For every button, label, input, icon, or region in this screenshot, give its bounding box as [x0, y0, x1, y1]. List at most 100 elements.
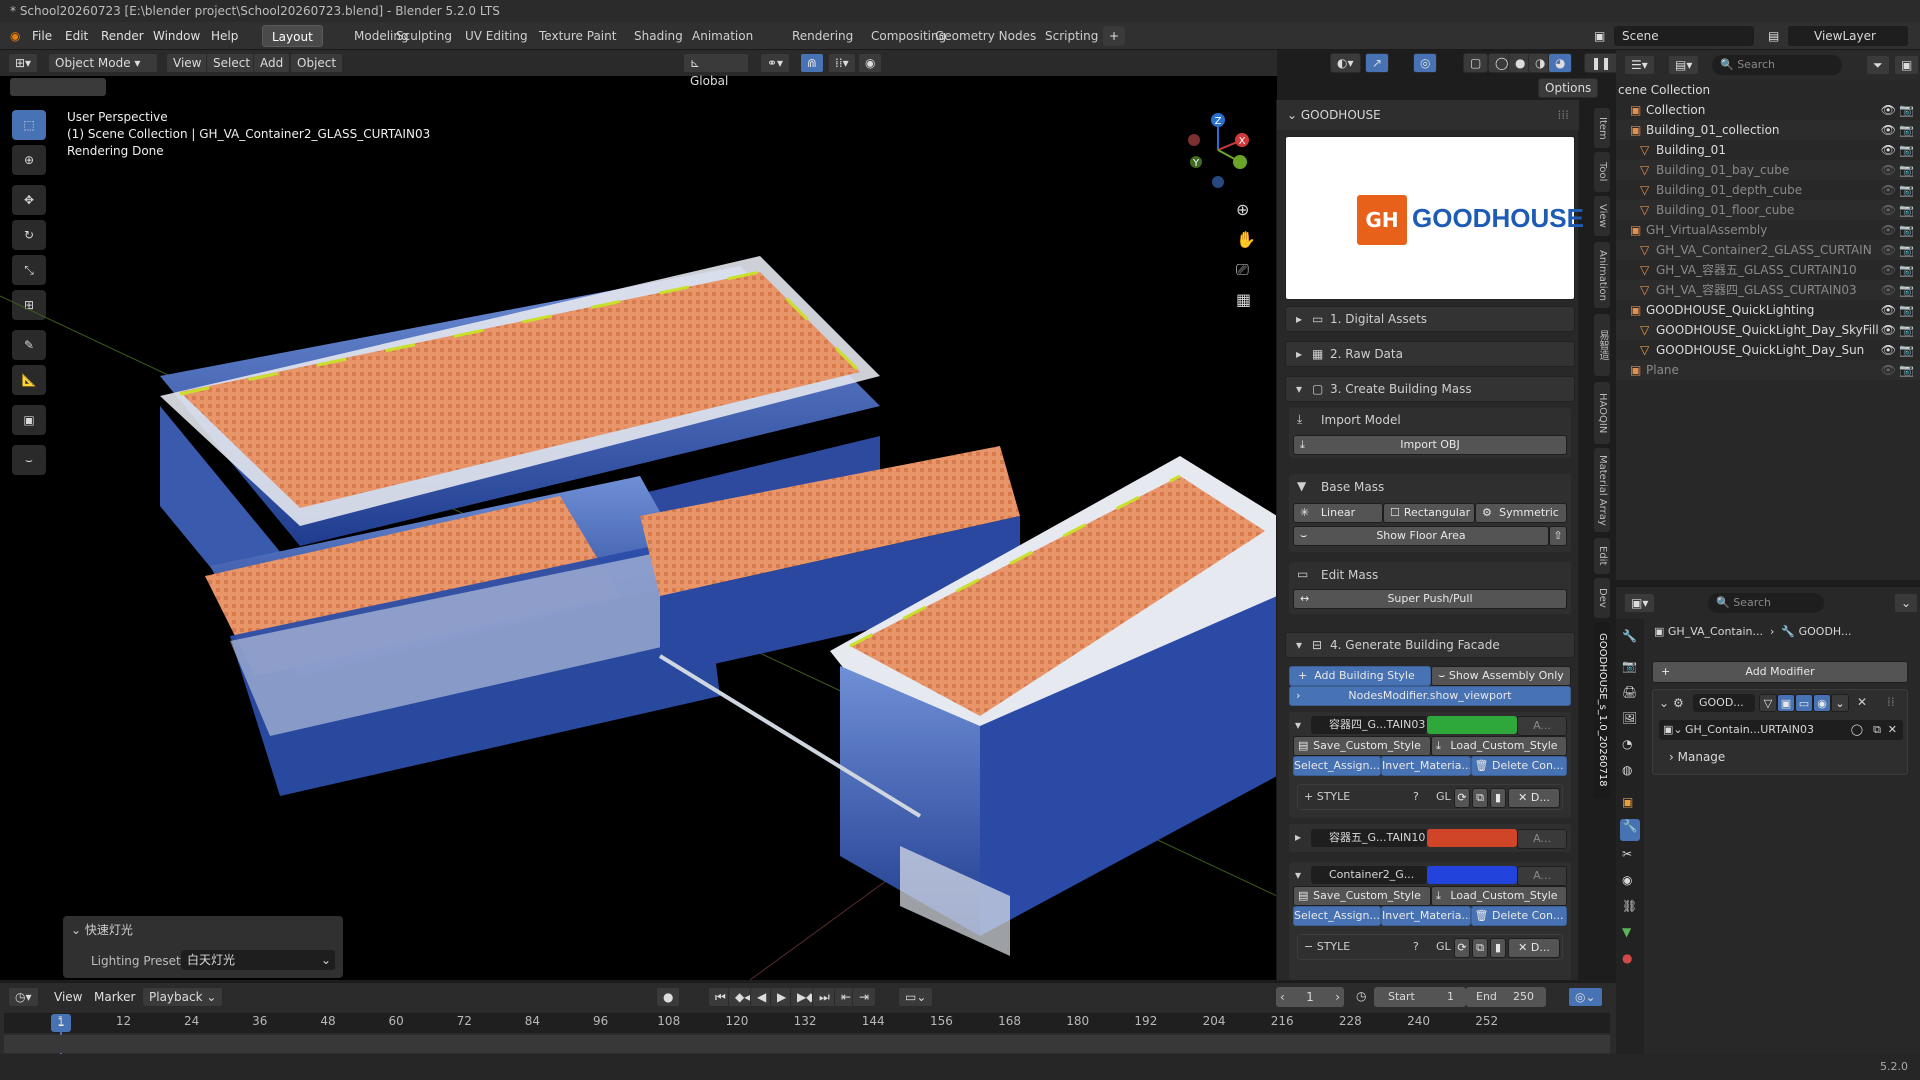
sidebar-tab-7[interactable]: Edit — [1594, 538, 1610, 574]
render-camera-icon[interactable]: 📷 — [1899, 240, 1914, 260]
workspace-tab-sculpting[interactable]: Sculpting — [387, 25, 461, 47]
duplicate-icon[interactable]: ⧉ — [1873, 720, 1881, 740]
panel-header[interactable]: ⌄ GOODHOUSE ⁞⁞⁞ — [1277, 100, 1579, 130]
modifier-name-field[interactable]: GOOD... — [1693, 694, 1755, 712]
style-subpanel-label[interactable]: + STYLE — [1304, 790, 1350, 803]
workspace-tab-shading[interactable]: Shading — [625, 25, 692, 47]
copy-icon[interactable]: ⧉ — [1472, 938, 1488, 958]
show-assembly-only-toggle[interactable]: ⌣ Show Assembly Only — [1431, 666, 1571, 686]
constraints-tab-icon[interactable]: ⛓ — [1622, 899, 1637, 913]
view-layer-tab-icon[interactable]: 🖼 — [1622, 711, 1637, 725]
overlay-toggle-icon[interactable]: ◎ — [1413, 53, 1438, 73]
style-1-name-field[interactable]: 容器四_G...TAIN03 — [1311, 716, 1427, 734]
section-digital-assets[interactable]: ▸ ▭ 1. Digital Assets — [1285, 306, 1575, 332]
style-1-extra-button[interactable]: A... — [1517, 716, 1567, 736]
edit-mode-icon[interactable]: ▽ — [1759, 694, 1777, 712]
invert-material-button[interactable]: Invert_Materia... — [1381, 756, 1471, 776]
dropdown-icon[interactable]: ⌄ — [1831, 694, 1849, 712]
view-layer-icon[interactable]: ▤ — [1762, 26, 1785, 46]
sidebar-tab-8[interactable]: Dev — [1594, 578, 1610, 618]
save-custom-style-button[interactable]: ▤ Save_Custom_Style — [1293, 886, 1431, 906]
chevron-down-icon[interactable]: ⌄ — [1894, 593, 1919, 613]
delete-d-button[interactable]: ✕ D... — [1508, 788, 1560, 808]
zoom-icon[interactable]: ⊕ — [1236, 200, 1249, 219]
sync-icon[interactable]: ▭⌄ — [898, 987, 934, 1007]
outliner-row[interactable]: ▽ GH_VA_容器五_GLASS_CURTAIN10 👁 📷 — [1616, 260, 1920, 280]
sidebar-tab-4[interactable]: 易智造 — [1594, 314, 1610, 376]
style-2-extra-button[interactable]: A... — [1517, 829, 1567, 849]
collapse-arrow-icon[interactable]: ▾ — [1295, 718, 1301, 732]
material-tab-icon[interactable]: ● — [1622, 951, 1632, 965]
visibility-eye-icon[interactable]: 👁 — [1881, 200, 1896, 220]
filter-icon[interactable]: ⏷ — [1866, 55, 1890, 75]
modifier-tab-icon[interactable]: 🔧 — [1620, 819, 1640, 841]
step-forward-icon[interactable]: ⇥ — [852, 987, 877, 1007]
sidebar-tab-0[interactable]: Item — [1594, 108, 1610, 148]
3d-viewport[interactable]: ⊞▾ Object Mode ▾ View Select Add Object … — [0, 50, 1619, 980]
delete-container-button[interactable]: 🗑 Delete Con... — [1471, 756, 1567, 776]
render-camera-icon[interactable]: 📷 — [1899, 180, 1914, 200]
timeline-editor-type-icon[interactable]: ◷▾ — [8, 987, 39, 1007]
outliner-search-input[interactable]: 🔍 Search — [1712, 55, 1842, 75]
visibility-eye-icon[interactable]: 👁 — [1881, 180, 1896, 200]
menu-window[interactable]: Window — [147, 26, 206, 46]
timeline-menu-view[interactable]: View — [48, 987, 88, 1007]
render-camera-icon[interactable]: 📷 — [1899, 220, 1914, 240]
load-custom-style-button[interactable]: ⤓ Load_Custom_Style — [1431, 736, 1567, 756]
select-assign-button[interactable]: Select_Assign... — [1293, 906, 1381, 926]
workspace-tab-geometry-nodes[interactable]: Geometry Nodes — [926, 25, 1045, 47]
collapse-arrow-icon[interactable]: ▾ — [1295, 868, 1301, 882]
rectangular-button[interactable]: ☐ Rectangular — [1383, 503, 1475, 523]
pan-hand-icon[interactable]: ✋ — [1236, 230, 1256, 249]
symmetric-button[interactable]: ⚙ Symmetric — [1475, 503, 1567, 523]
editor-type-icon[interactable]: ⊞▾ — [8, 53, 39, 73]
node-group-selector[interactable]: ▣⌄ GH_Contain...URTAIN03 ◯ ⧉ ✕ — [1659, 720, 1903, 740]
camera-icon[interactable]: ⎚ — [1236, 260, 1249, 280]
perspective-grid-icon[interactable]: ▦ — [1236, 290, 1251, 309]
snap-target-icon[interactable]: ⁞⁞▾ — [828, 53, 856, 73]
visibility-eye-icon[interactable]: 👁 — [1881, 220, 1896, 240]
scene-icon[interactable]: ▣ — [1588, 26, 1608, 46]
quick-light-title[interactable]: ⌄ 快速灯光 — [71, 921, 133, 938]
add-workspace-icon[interactable]: + — [1103, 26, 1126, 46]
menu-object[interactable]: Object — [290, 53, 344, 73]
visibility-eye-icon[interactable]: 👁 — [1881, 120, 1896, 140]
delete-d-button[interactable]: ✕ D... — [1508, 938, 1560, 958]
export-icon[interactable]: ⇧ — [1549, 526, 1567, 546]
render-camera-icon[interactable]: 📷 — [1899, 200, 1914, 220]
snap-icon[interactable]: ⋒ — [800, 53, 825, 73]
help-icon[interactable]: ? — [1413, 790, 1419, 803]
render-camera-icon[interactable]: 📷 — [1899, 360, 1914, 380]
xray-icon[interactable]: ▢ — [1463, 53, 1489, 73]
import-obj-button[interactable]: ⤓ Import OBJ — [1293, 435, 1567, 455]
preview-range-icon[interactable]: ◷ — [1356, 989, 1366, 1003]
select-assign-button[interactable]: Select_Assign... — [1293, 756, 1381, 776]
style-3-name-field[interactable]: Container2_G... — [1311, 866, 1427, 884]
help-icon[interactable]: ? — [1413, 940, 1419, 953]
visibility-eye-icon[interactable]: 👁 — [1881, 240, 1896, 260]
timeline-options-icon[interactable]: ◎⌄ — [1568, 987, 1603, 1007]
refresh-icon[interactable]: ⟳ — [1454, 788, 1470, 808]
pivot-icon[interactable]: ⚭▾ — [760, 53, 791, 73]
style-3-extra-button[interactable]: A... — [1517, 866, 1567, 886]
workspace-tab-uv-editing[interactable]: UV Editing — [456, 25, 537, 47]
end-frame-field[interactable]: End 250 — [1466, 987, 1546, 1007]
fake-user-icon[interactable]: ◯ — [1851, 720, 1863, 740]
workspace-tab-rendering[interactable]: Rendering — [783, 25, 862, 47]
visibility-eye-icon[interactable]: 👁 — [1881, 360, 1896, 380]
data-tab-icon[interactable]: ▼ — [1622, 925, 1631, 939]
outliner-row[interactable]: ▣ GOODHOUSE_QuickLighting 👁 📷 — [1616, 300, 1920, 320]
new-collection-icon[interactable]: ▣ — [1894, 55, 1920, 75]
timeline-track[interactable] — [4, 1035, 1610, 1053]
visibility-eye-icon[interactable]: 👁 — [1881, 260, 1896, 280]
show-floor-area-button[interactable]: ⌣ Show Floor Area — [1293, 526, 1549, 546]
close-icon[interactable]: ✕ — [1857, 695, 1867, 709]
outliner-root[interactable]: cene Collection — [1616, 80, 1920, 100]
collapse-arrow-icon[interactable]: ⌄ — [1659, 696, 1669, 710]
visibility-eye-icon[interactable]: 👁 — [1881, 300, 1896, 320]
navigation-gizmo[interactable]: Z X Y — [1178, 110, 1258, 190]
outliner-row[interactable]: ▣ Plane 👁 📷 — [1616, 360, 1920, 380]
viewport-display-icon[interactable]: ▭ — [1795, 694, 1813, 712]
outliner-row[interactable]: ▽ Building_01 👁 📷 — [1616, 140, 1920, 160]
sidebar-tab-5[interactable]: HAOQIN — [1594, 382, 1610, 444]
